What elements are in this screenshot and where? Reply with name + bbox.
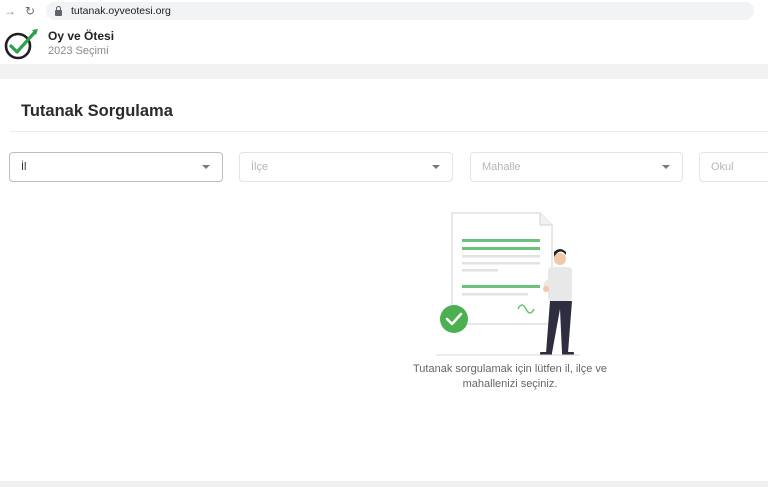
ilce-select[interactable]: İlçe [239, 152, 453, 182]
back-arrow-icon[interactable]: → [2, 4, 18, 18]
header-separator [0, 64, 768, 79]
chevron-down-icon [202, 165, 210, 169]
reload-icon[interactable]: ↻ [22, 4, 38, 18]
browser-toolbar: → ↻ tutanak.oyveotesi.org [0, 0, 768, 23]
mahalle-select-label: Mahalle [482, 161, 521, 173]
app-header: Oy ve Ötesi 2023 Seçimi [0, 22, 768, 64]
address-bar[interactable]: tutanak.oyveotesi.org [46, 2, 754, 20]
checkmark-logo-icon[interactable] [3, 27, 41, 61]
ilce-select-label: İlçe [251, 161, 269, 173]
mahalle-select[interactable]: Mahalle [470, 152, 683, 182]
okul-select[interactable]: Okul [699, 152, 768, 182]
title-divider [10, 131, 768, 132]
document-person-illustration-icon [436, 212, 580, 356]
il-select-label: İl [21, 161, 27, 173]
chevron-down-icon [662, 165, 670, 169]
okul-select-label: Okul [711, 161, 734, 173]
chevron-down-icon [432, 165, 440, 169]
il-select[interactable]: İl [9, 152, 223, 182]
bottom-strip [0, 481, 768, 487]
lock-icon[interactable] [54, 6, 63, 16]
main-content: Tutanak Sorgulama İl İlçe Mahalle Okul T… [0, 79, 768, 481]
brand-name: Oy ve Ötesi [48, 29, 115, 43]
brand-subtitle: 2023 Seçimi [48, 45, 109, 57]
empty-state-message: Tutanak sorgulamak için lütfen il, ilçe … [412, 363, 607, 390]
url-text: tutanak.oyveotesi.org [71, 5, 171, 17]
page-title: Tutanak Sorgulama [21, 102, 173, 120]
